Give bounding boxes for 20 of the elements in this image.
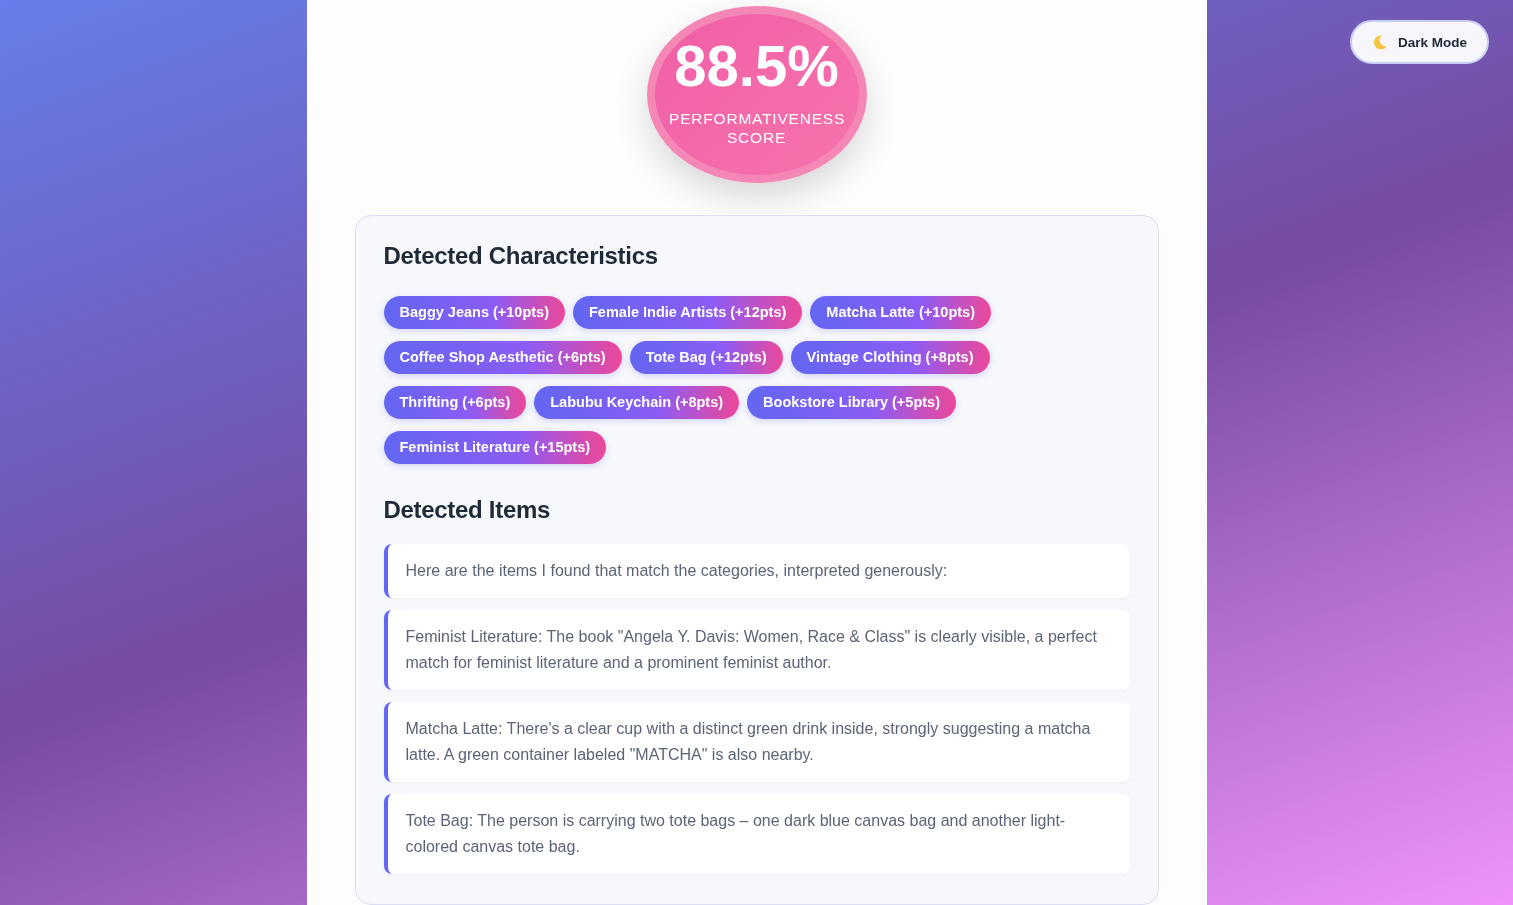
item-description: Matcha Latte: There's a clear cup with a distinct green drink inside, strongly suggesting a matcha latte. A green container labeled "MATCHA" is also nearby.: [383, 702, 1130, 782]
characteristic-tag: Female Indie Artists (+12pts): [573, 296, 803, 329]
item-description: Tote Bag: The person is carrying two tote bags – one dark blue canvas bag and another light-colored canvas tote bag.: [383, 794, 1130, 874]
characteristic-tag: Feminist Literature (+15pts): [383, 431, 607, 464]
characteristic-tag: Thrifting (+6pts): [383, 386, 527, 419]
characteristic-tag: Baggy Jeans (+10pts): [383, 296, 565, 329]
dark-mode-button[interactable]: Dark Mode: [1350, 20, 1490, 64]
item-description: Feminist Literature: The book "Angela Y. Davis: Women, Race & Class" is clearly visible, a perfect match for feminist literature and a prominent feminist author.: [383, 610, 1130, 690]
characteristic-tag: Vintage Clothing (+8pts): [790, 341, 990, 374]
section-title: Detected Characteristics: [383, 242, 659, 270]
item-description: Here are the items I found that match the categories, interpreted generously:: [383, 544, 1130, 598]
characteristic-tag: Coffee Shop Aesthetic (+6pts): [383, 341, 622, 374]
characteristic-tag: Labubu Keychain (+8pts): [534, 386, 740, 419]
characteristic-tag: Matcha Latte (+10pts): [810, 296, 991, 329]
characteristic-tag: Tote Bag (+12pts): [629, 341, 783, 374]
characteristic-tag: Bookstore Library (+5pts): [747, 386, 956, 419]
score-label: PERFORMATIVENESS SCORE: [669, 108, 844, 147]
section-title: Detected Items: [383, 496, 552, 524]
score-value: 88.5%: [674, 36, 839, 95]
moon-icon: [1372, 34, 1388, 50]
